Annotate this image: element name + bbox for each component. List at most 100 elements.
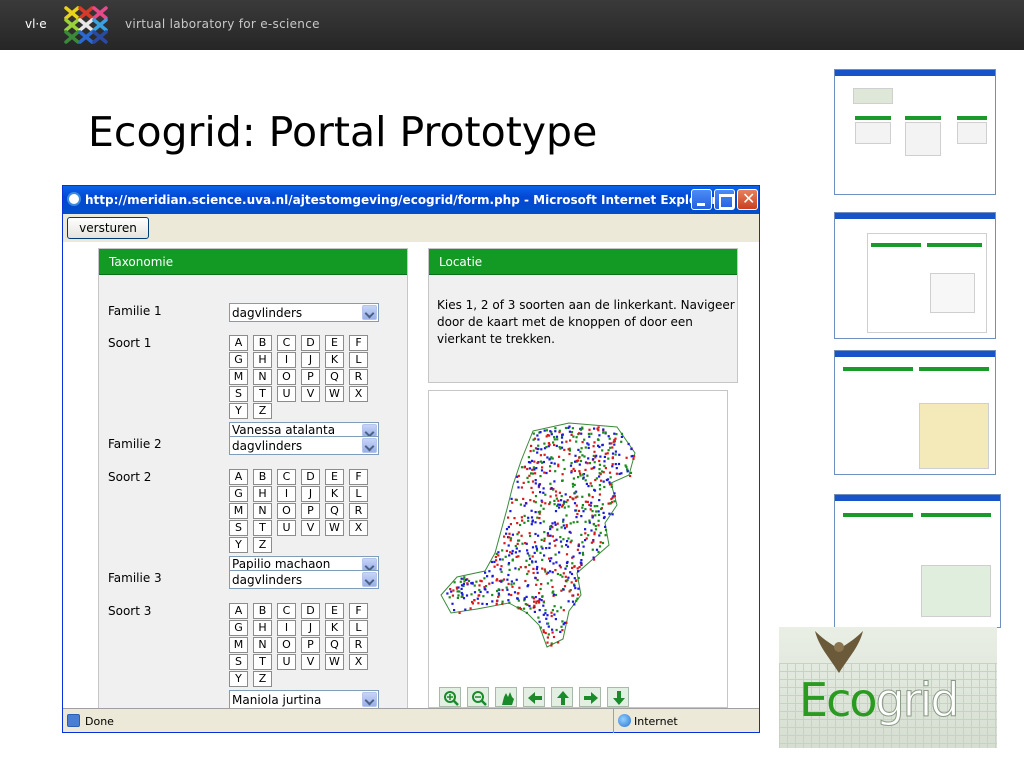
observation-dot (608, 437, 611, 440)
letter-button-b[interactable]: B (253, 603, 272, 619)
letter-button-j[interactable]: J (301, 352, 320, 368)
letter-button-f[interactable]: F (349, 469, 368, 485)
letter-button-f[interactable]: F (349, 335, 368, 351)
letter-button-k[interactable]: K (325, 352, 344, 368)
letter-button-p[interactable]: P (301, 369, 320, 385)
letter-button-v[interactable]: V (301, 520, 320, 536)
letter-button-l[interactable]: L (349, 352, 368, 368)
letter-button-n[interactable]: N (253, 503, 272, 519)
letter-button-n[interactable]: N (253, 369, 272, 385)
observation-dot (610, 442, 613, 445)
observation-dot (528, 604, 531, 608)
letter-button-j[interactable]: J (301, 620, 320, 636)
letter-button-j[interactable]: J (301, 486, 320, 502)
letter-button-q[interactable]: Q (325, 369, 344, 385)
letter-button-a[interactable]: A (229, 603, 248, 619)
letter-button-g[interactable]: G (229, 352, 248, 368)
letter-button-h[interactable]: H (253, 352, 272, 368)
letter-button-z[interactable]: Z (253, 671, 272, 687)
letter-button-u[interactable]: U (277, 386, 296, 402)
letter-button-s[interactable]: S (229, 654, 248, 670)
arrow-left-button[interactable] (523, 687, 545, 707)
letter-button-f[interactable]: F (349, 603, 368, 619)
letter-button-l[interactable]: L (349, 486, 368, 502)
letter-button-r[interactable]: R (349, 637, 368, 653)
letter-button-q[interactable]: Q (325, 503, 344, 519)
letter-button-d[interactable]: D (301, 603, 320, 619)
submit-button[interactable]: versturen (67, 217, 149, 239)
letter-button-m[interactable]: M (229, 637, 248, 653)
letter-button-m[interactable]: M (229, 503, 248, 519)
letter-button-u[interactable]: U (277, 654, 296, 670)
letter-button-c[interactable]: C (277, 335, 296, 351)
letter-button-c[interactable]: C (277, 469, 296, 485)
minimize-button[interactable] (691, 189, 712, 210)
letter-button-b[interactable]: B (253, 335, 272, 351)
letter-button-v[interactable]: V (301, 386, 320, 402)
letter-button-e[interactable]: E (325, 335, 344, 351)
letter-button-w[interactable]: W (325, 386, 344, 402)
maximize-button[interactable] (714, 189, 735, 210)
letter-button-t[interactable]: T (253, 386, 272, 402)
letter-button-w[interactable]: W (325, 520, 344, 536)
letter-button-o[interactable]: O (277, 503, 296, 519)
letter-button-t[interactable]: T (253, 654, 272, 670)
letter-button-x[interactable]: X (349, 520, 368, 536)
letter-button-v[interactable]: V (301, 654, 320, 670)
arrow-up-button[interactable] (551, 687, 573, 707)
letter-button-z[interactable]: Z (253, 403, 272, 419)
letter-button-o[interactable]: O (277, 369, 296, 385)
ie-titlebar[interactable]: http://meridian.science.uva.nl/ajtestomg… (63, 186, 759, 214)
letter-button-g[interactable]: G (229, 620, 248, 636)
letter-button-a[interactable]: A (229, 469, 248, 485)
letter-button-h[interactable]: H (253, 620, 272, 636)
letter-button-r[interactable]: R (349, 503, 368, 519)
letter-button-t[interactable]: T (253, 520, 272, 536)
letter-button-x[interactable]: X (349, 386, 368, 402)
letter-button-y[interactable]: Y (229, 671, 248, 687)
letter-button-w[interactable]: W (325, 654, 344, 670)
arrow-right-button[interactable] (579, 687, 601, 707)
letter-button-g[interactable]: G (229, 486, 248, 502)
letter-button-i[interactable]: I (277, 486, 296, 502)
letter-button-k[interactable]: K (325, 620, 344, 636)
letter-button-e[interactable]: E (325, 469, 344, 485)
zoom-out-button[interactable] (467, 687, 489, 707)
letter-button-s[interactable]: S (229, 520, 248, 536)
letter-button-r[interactable]: R (349, 369, 368, 385)
family-2-select[interactable]: dagvlinders (229, 436, 379, 455)
observation-dot (554, 544, 557, 547)
observation-dot (581, 541, 584, 544)
species-3-select[interactable]: Maniola jurtina (229, 690, 379, 708)
letter-button-c[interactable]: C (277, 603, 296, 619)
family-3-select[interactable]: dagvlinders (229, 570, 379, 589)
letter-button-n[interactable]: N (253, 637, 272, 653)
letter-button-p[interactable]: P (301, 637, 320, 653)
zoom-in-button[interactable] (439, 687, 461, 707)
letter-button-y[interactable]: Y (229, 403, 248, 419)
letter-button-e[interactable]: E (325, 603, 344, 619)
letter-button-s[interactable]: S (229, 386, 248, 402)
letter-button-b[interactable]: B (253, 469, 272, 485)
letter-button-o[interactable]: O (277, 637, 296, 653)
letter-button-k[interactable]: K (325, 486, 344, 502)
letter-button-i[interactable]: I (277, 620, 296, 636)
letter-button-z[interactable]: Z (253, 537, 272, 553)
pan-hand-button[interactable] (495, 687, 517, 707)
letter-button-h[interactable]: H (253, 486, 272, 502)
letter-button-m[interactable]: M (229, 369, 248, 385)
letter-button-q[interactable]: Q (325, 637, 344, 653)
letter-button-d[interactable]: D (301, 469, 320, 485)
arrow-down-button[interactable] (607, 687, 629, 707)
letter-button-u[interactable]: U (277, 520, 296, 536)
close-button[interactable]: ✕ (737, 189, 758, 210)
netherlands-map[interactable] (437, 413, 687, 653)
family-1-select[interactable]: dagvlinders (229, 303, 379, 322)
letter-button-i[interactable]: I (277, 352, 296, 368)
letter-button-p[interactable]: P (301, 503, 320, 519)
letter-button-d[interactable]: D (301, 335, 320, 351)
letter-button-a[interactable]: A (229, 335, 248, 351)
letter-button-x[interactable]: X (349, 654, 368, 670)
letter-button-y[interactable]: Y (229, 537, 248, 553)
letter-button-l[interactable]: L (349, 620, 368, 636)
